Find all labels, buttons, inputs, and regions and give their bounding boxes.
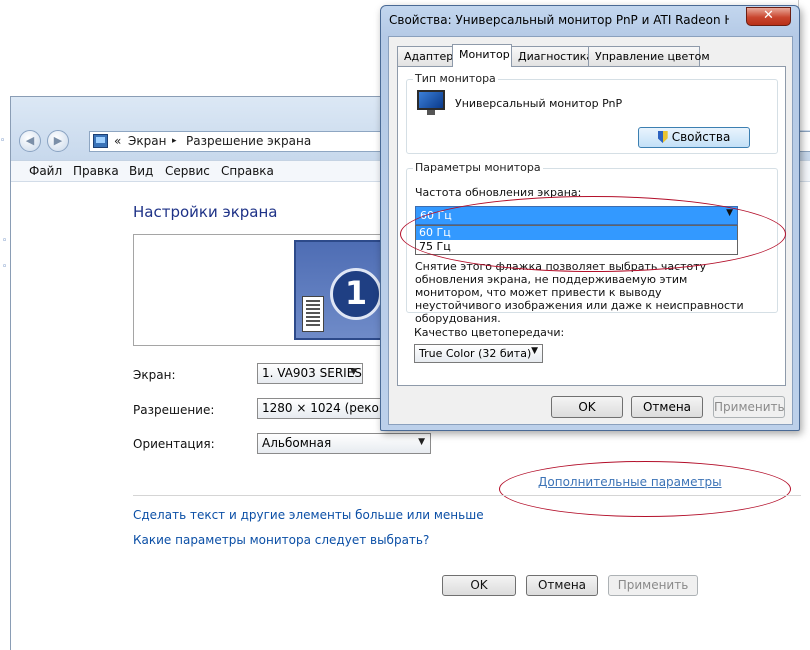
resolution-select-value: 1280 × 1024 (рекомендуется) [262,401,386,415]
monitor-type-group-title: Тип монитора [413,72,498,85]
apply-button[interactable]: Применить [608,575,698,596]
dropdown-arrow-icon: ▼ [350,367,357,377]
annotation-oval-advanced [499,461,791,517]
menu-tools[interactable]: Сервис [165,164,210,178]
annotation-oval-refresh-rate [400,196,786,272]
dialog-apply-button[interactable]: Применить [713,396,785,418]
uac-shield-icon [657,131,668,143]
color-quality-value: True Color (32 бита) [419,347,532,360]
edge-fragment: ◦ [2,262,8,272]
monitor-window-thumbnail [302,296,324,332]
dialog-ok-button[interactable]: OK [551,396,623,418]
tab-color-management[interactable]: Управление цветом [588,46,710,66]
menu-edit[interactable]: Правка [73,164,119,178]
resolution-select[interactable]: 1280 × 1024 (рекомендуется) [257,398,387,419]
close-icon[interactable]: ✕ [746,7,791,26]
monitor-name: Универсальный монитор PnP [455,97,623,110]
tab-monitor[interactable]: Монитор [452,44,512,67]
monitor-settings-group-title: Параметры монитора [413,161,543,174]
breadcrumb-root[interactable]: Экран [128,134,166,148]
dropdown-arrow-icon: ▼ [418,437,425,447]
properties-button[interactable]: Свойства [638,127,750,148]
display-select[interactable]: 1. VA903 SERIES ▼ [257,363,363,384]
display-select-value: 1. VA903 SERIES [262,366,362,380]
monitor-number: 1 [330,268,382,320]
tab-diagnostics[interactable]: Диагностика [511,46,593,66]
menu-file[interactable]: Файл [29,164,62,178]
orientation-select[interactable]: Альбомная ▼ [257,433,431,454]
resolution-label: Разрешение: [133,403,215,417]
text-size-link[interactable]: Сделать текст и другие элементы больше и… [133,508,484,522]
which-settings-link[interactable]: Какие параметры монитора следует выбрать… [133,533,429,547]
separator-line [133,495,801,496]
ok-button[interactable]: OK [442,575,516,596]
edge-fragment: ◦ [0,136,6,146]
orientation-select-value: Альбомная [262,436,332,450]
page-title: Настройки экрана [133,203,278,221]
color-quality-select[interactable]: True Color (32 бита) ▼ [414,344,543,363]
edge-fragment: ◦ [2,236,8,246]
breadcrumb-current[interactable]: Разрешение экрана [186,134,311,148]
display-label: Экран: [133,368,176,382]
back-arrow-icon[interactable]: ◀ [19,130,41,152]
display-control-panel-icon [93,134,108,148]
menu-help[interactable]: Справка [221,164,274,178]
cancel-button[interactable]: Отмена [526,575,598,596]
dialog-title: Свойства: Универсальный монитор PnP и AT… [389,13,729,27]
dropdown-arrow-icon: ▼ [531,346,538,356]
menu-view[interactable]: Вид [129,164,153,178]
color-quality-label: Качество цветопередачи: [414,326,565,339]
monitor-preview: 1 [133,234,386,346]
monitor-icon [417,90,445,116]
monitor-type-group: Тип монитора Универсальный монитор PnP С… [406,72,778,154]
dialog-cancel-button[interactable]: Отмена [631,396,703,418]
orientation-label: Ориентация: [133,437,215,451]
forward-arrow-icon[interactable]: ▶ [47,130,69,152]
monitor-1-icon[interactable]: 1 [294,240,386,340]
tab-adapter[interactable]: Адаптер [397,46,453,66]
properties-button-label: Свойства [671,130,731,144]
breadcrumb-chevrons[interactable]: « [114,134,121,148]
breadcrumb-separator-icon[interactable]: ▸ [172,136,177,146]
